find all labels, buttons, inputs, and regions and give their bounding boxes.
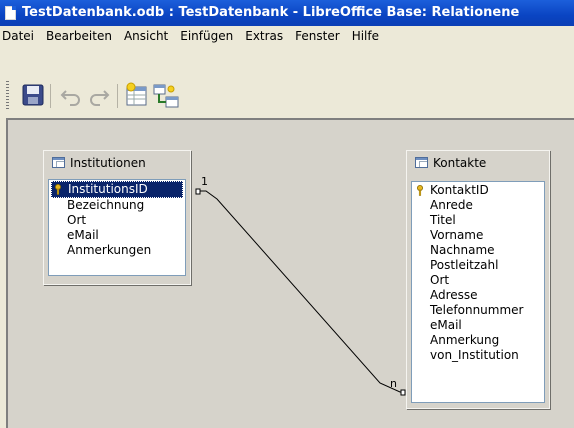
field-list[interactable]: KontaktID Anrede Titel Vorname Nachname …	[411, 181, 545, 403]
field-item[interactable]: Postleitzahl	[412, 258, 544, 273]
table-icon	[52, 157, 65, 168]
table-icon	[415, 157, 428, 168]
title-bar: TestDatenbank.odb : TestDatenbank - Libr…	[0, 0, 574, 26]
field-item[interactable]: Anmerkung	[412, 333, 544, 348]
table-title: Kontakte	[433, 156, 487, 170]
menu-datei[interactable]: Datei	[0, 26, 40, 46]
toolbar-separator	[117, 84, 118, 108]
menu-ansicht[interactable]: Ansicht	[118, 26, 174, 46]
field-list[interactable]: InstitutionsID Bezeichnung Ort eMail Anm…	[48, 179, 186, 276]
field-item[interactable]: eMail	[49, 228, 185, 243]
window-title: TestDatenbank.odb : TestDatenbank - Libr…	[22, 5, 520, 20]
menu-extras[interactable]: Extras	[239, 26, 289, 46]
field-item[interactable]: Titel	[412, 213, 544, 228]
relation-cardinality-many: n	[390, 377, 397, 390]
relations-canvas[interactable]: 1 n Institutionen InstitutionsID Bezeich…	[6, 118, 574, 428]
add-table-icon[interactable]	[124, 82, 150, 108]
menu-einfuegen[interactable]: Einfügen	[174, 26, 239, 46]
toolbar-separator	[50, 84, 51, 108]
field-item-primary-key[interactable]: KontaktID	[412, 183, 544, 198]
menu-fenster[interactable]: Fenster	[289, 26, 346, 46]
menu-hilfe[interactable]: Hilfe	[346, 26, 385, 46]
field-item[interactable]: von_Institution	[412, 348, 544, 363]
field-item[interactable]: Bezeichnung	[49, 198, 185, 213]
menu-bar: Datei Bearbeiten Ansicht Einfügen Extras Fens…	[0, 26, 574, 46]
document-icon	[5, 6, 16, 20]
table-title: Institutionen	[70, 156, 146, 170]
table-window-institutionen[interactable]: Institutionen InstitutionsID Bezeichnung…	[43, 150, 191, 285]
table-header-kontakte[interactable]: Kontakte	[407, 151, 549, 175]
field-item[interactable]: eMail	[412, 318, 544, 333]
field-item[interactable]: Nachname	[412, 243, 544, 258]
undo-icon[interactable]	[58, 82, 84, 108]
field-item[interactable]: Anrede	[412, 198, 544, 213]
field-item[interactable]: Ort	[49, 213, 185, 228]
toolbar	[0, 57, 574, 113]
toolbar-grip[interactable]	[6, 81, 9, 111]
key-icon	[55, 184, 61, 195]
new-relation-icon[interactable]	[152, 82, 179, 108]
menu-bearbeiten[interactable]: Bearbeiten	[40, 26, 118, 46]
key-icon	[417, 185, 423, 196]
field-item[interactable]: Ort	[412, 273, 544, 288]
field-item[interactable]: Anmerkungen	[49, 243, 185, 258]
relation-cardinality-one: 1	[201, 175, 208, 188]
field-item[interactable]: Vorname	[412, 228, 544, 243]
table-header-institutionen[interactable]: Institutionen	[44, 151, 190, 175]
table-window-kontakte[interactable]: Kontakte KontaktID Anrede Titel Vorname …	[406, 150, 550, 409]
redo-icon[interactable]	[86, 82, 112, 108]
save-icon[interactable]	[20, 82, 46, 108]
field-item[interactable]: Telefonnummer	[412, 303, 544, 318]
field-item[interactable]: Adresse	[412, 288, 544, 303]
field-item-primary-key[interactable]: InstitutionsID	[51, 181, 183, 198]
